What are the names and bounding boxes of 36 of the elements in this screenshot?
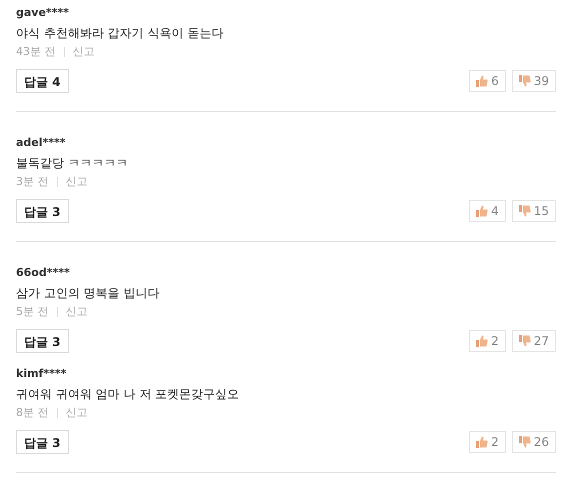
thumbs-down-icon bbox=[518, 335, 531, 347]
dislike-button[interactable]: 39 bbox=[512, 70, 556, 92]
thumbs-down-icon bbox=[518, 436, 531, 448]
reply-button[interactable]: 답글 3 bbox=[16, 329, 69, 353]
timestamp: 3분 전 bbox=[16, 175, 48, 189]
thumbs-up-icon bbox=[476, 436, 488, 448]
thumbs-up-icon bbox=[476, 75, 488, 87]
comment-text: 야식 추천해봐라 갑자기 식욕이 돋는다 bbox=[16, 26, 224, 41]
username: gave**** bbox=[16, 6, 70, 20]
comment-text: 귀여워 귀여워 엄마 나 저 포켓몬갖구싶오 bbox=[16, 387, 240, 402]
report-link[interactable]: 신고 bbox=[66, 305, 88, 319]
dislike-button[interactable]: 15 bbox=[512, 200, 556, 222]
report-link[interactable]: 신고 bbox=[72, 45, 94, 59]
timestamp: 43분 전 bbox=[16, 45, 56, 59]
reply-button[interactable]: 답글 3 bbox=[16, 199, 69, 223]
thumbs-up-icon bbox=[476, 205, 488, 217]
like-button[interactable]: 6 bbox=[469, 70, 506, 92]
dislike-button[interactable]: 26 bbox=[512, 431, 556, 453]
thumbs-down-icon bbox=[518, 75, 531, 87]
timestamp: 5분 전 bbox=[16, 305, 48, 319]
like-button[interactable]: 2 bbox=[469, 431, 506, 453]
username: 66od**** bbox=[16, 266, 71, 280]
username: adel**** bbox=[16, 136, 67, 150]
reply-button[interactable]: 답글 3 bbox=[16, 430, 69, 454]
report-link[interactable]: 신고 bbox=[66, 406, 88, 420]
comment-text: 불독같당 ㅋㅋㅋㅋㅋ bbox=[16, 156, 129, 171]
thumbs-up-icon bbox=[476, 335, 488, 347]
reply-button[interactable]: 답글 4 bbox=[16, 69, 69, 93]
like-button[interactable]: 2 bbox=[469, 330, 506, 352]
report-link[interactable]: 신고 bbox=[66, 175, 88, 189]
comment-text: 삼가 고인의 명복을 빕니다 bbox=[16, 286, 160, 301]
thumbs-down-icon bbox=[518, 205, 531, 217]
dislike-button[interactable]: 27 bbox=[512, 330, 556, 352]
like-button[interactable]: 4 bbox=[469, 200, 506, 222]
username: kimf**** bbox=[16, 367, 68, 381]
timestamp: 8분 전 bbox=[16, 406, 48, 420]
